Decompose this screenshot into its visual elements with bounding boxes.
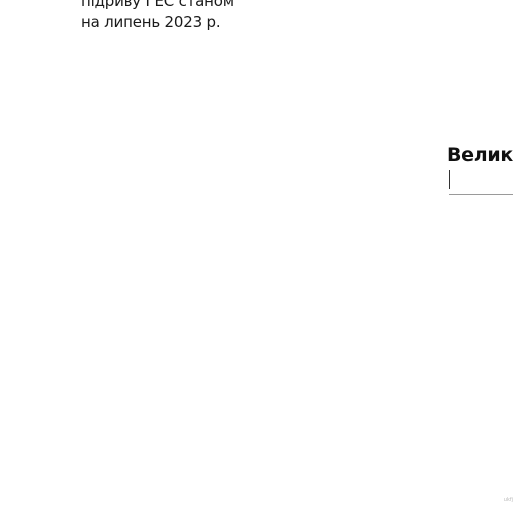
- caption-line-2: на липень 2023 р.: [81, 13, 221, 31]
- place-label-group: Велики: [447, 142, 513, 198]
- caption-line-1: підриву ГЕС станом: [81, 0, 234, 10]
- place-label: Велики: [447, 144, 513, 166]
- credit-mark: ukfj: [503, 497, 513, 503]
- map-caption: підриву ГЕС станом на липень 2023 р.: [81, 0, 301, 33]
- map-canvas: підриву ГЕС станом на липень 2023 р. Вел…: [0, 0, 513, 514]
- place-leader-line: [449, 170, 450, 189]
- place-underline: [449, 194, 513, 195]
